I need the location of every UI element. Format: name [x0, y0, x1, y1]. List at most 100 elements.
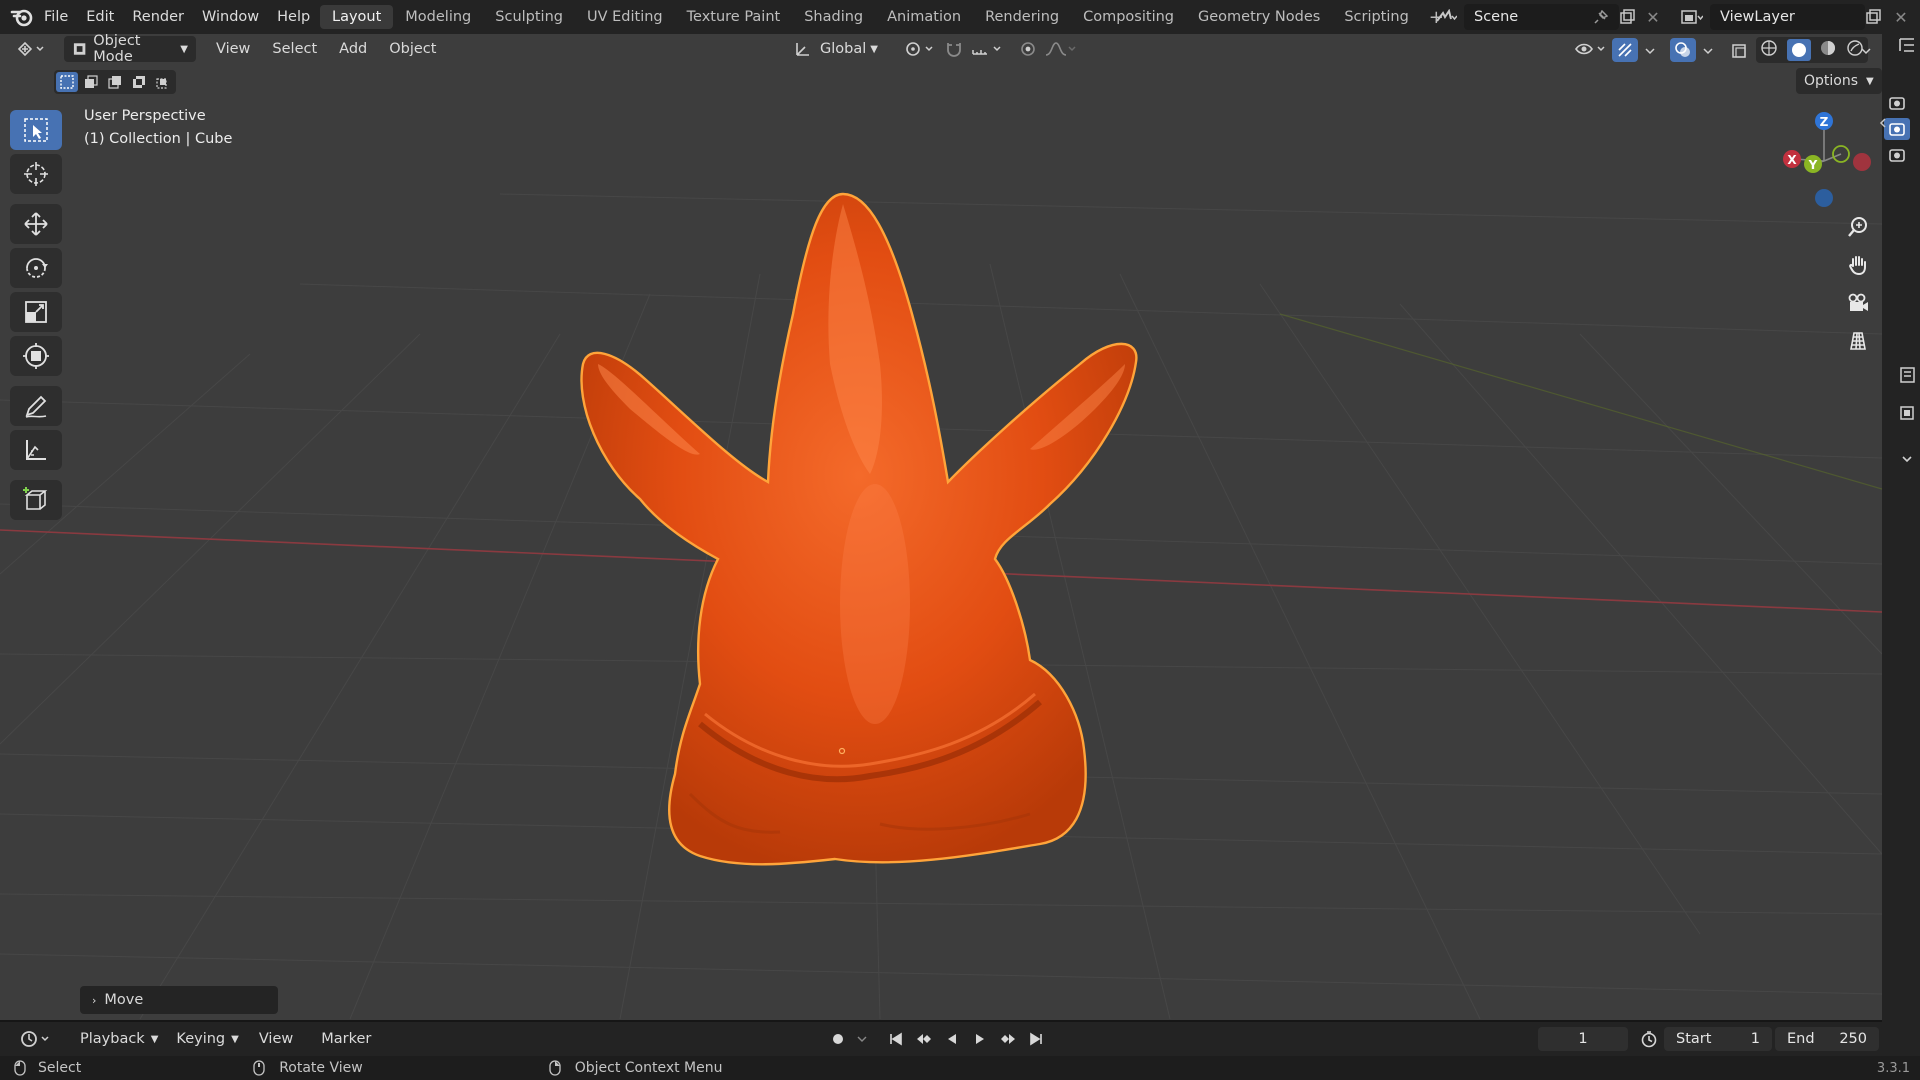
snap-increment-icon [972, 46, 1001, 55]
gizmo-toggle-button[interactable] [1612, 38, 1638, 62]
tab-geometry-nodes[interactable]: Geometry Nodes [1186, 5, 1332, 29]
gizmo-dropdown[interactable] [1640, 38, 1660, 64]
outliner-toggle-icon[interactable] [1898, 36, 1916, 58]
menu-file[interactable]: File [35, 9, 77, 25]
menu-select[interactable]: Select [264, 36, 325, 62]
scale-tool[interactable] [10, 292, 62, 332]
selection-mode-group [54, 70, 176, 94]
jump-to-start-icon[interactable] [884, 1027, 908, 1051]
new-view-layer-icon[interactable] [1860, 4, 1886, 30]
record-options-dropdown[interactable] [854, 1027, 870, 1051]
view-layer-name-field[interactable]: ViewLayer [1710, 4, 1865, 30]
menu-edit[interactable]: Edit [77, 9, 123, 25]
visibility-selectability-button[interactable] [1566, 36, 1618, 62]
timeline-view-menu[interactable]: View [251, 1026, 301, 1052]
start-frame-field[interactable]: Start 1 [1664, 1027, 1772, 1051]
navigation-gizmo[interactable]: Z X Y [1768, 104, 1876, 212]
current-frame-value: 1 [1578, 1031, 1588, 1047]
playback-menu[interactable]: Playback ▼ [72, 1026, 166, 1052]
xray-toggle-button[interactable] [1726, 38, 1752, 64]
measure-tool[interactable] [10, 430, 62, 470]
xray-icon [1732, 44, 1746, 58]
play-icon[interactable] [968, 1027, 992, 1051]
delete-view-layer-icon[interactable]: ✕ [1888, 4, 1914, 30]
proportional-falloff-button[interactable] [1036, 36, 1088, 62]
menu-object[interactable]: Object [381, 36, 444, 62]
shading-dropdown[interactable] [1856, 38, 1876, 64]
record-button[interactable] [826, 1027, 850, 1051]
object-mode-icon [73, 43, 86, 55]
menu-render[interactable]: Render [123, 9, 193, 25]
end-frame-field[interactable]: End 250 [1775, 1027, 1879, 1051]
move-tool[interactable] [10, 204, 62, 244]
cursor-tool[interactable] [10, 154, 62, 194]
tab-shading[interactable]: Shading [792, 5, 875, 29]
jump-to-keyframe-back-icon[interactable] [912, 1027, 936, 1051]
transform-tool[interactable] [10, 336, 62, 376]
menu-help[interactable]: Help [268, 9, 319, 25]
camera-icon [1848, 293, 1868, 311]
sidebar-toggle-icon[interactable] [1898, 366, 1916, 388]
last-operator-panel[interactable]: › Move [80, 986, 278, 1014]
options-label: Options [1804, 73, 1859, 89]
tab-scripting[interactable]: Scripting [1332, 5, 1420, 29]
marker-menu[interactable]: Marker [313, 1026, 379, 1052]
zoom-view-button[interactable] [1841, 210, 1875, 244]
tab-texture-paint[interactable]: Texture Paint [675, 5, 793, 29]
overlays-dropdown[interactable] [1698, 38, 1718, 64]
add-cube-tool[interactable] [10, 480, 62, 520]
timeline-editor-type-button[interactable] [12, 1026, 62, 1052]
camera-view-button[interactable] [1841, 286, 1875, 320]
rotate-tool[interactable] [10, 248, 62, 288]
pin-icon[interactable] [1588, 4, 1614, 30]
tab-rendering[interactable]: Rendering [973, 5, 1071, 29]
tab-modeling[interactable]: Modeling [393, 5, 483, 29]
delete-scene-icon[interactable]: ✕ [1640, 4, 1666, 30]
view-layer-icon[interactable] [1884, 144, 1910, 166]
mode-selector[interactable]: Object Mode ▼ [64, 33, 196, 65]
blender-logo-icon[interactable] [10, 6, 34, 32]
menu-add[interactable]: Add [331, 36, 375, 62]
select-box-tool[interactable] [10, 110, 62, 150]
snap-target-button[interactable] [962, 36, 1014, 62]
view-layer-name: ViewLayer [1720, 9, 1795, 25]
overlays-toggle-button[interactable] [1670, 38, 1696, 62]
sidebar-expand-chevron-icon[interactable] [1878, 116, 1888, 134]
menu-view[interactable]: View [208, 36, 258, 62]
select-new-icon[interactable] [56, 72, 78, 92]
new-scene-icon[interactable] [1614, 4, 1640, 30]
render-layer-icon[interactable] [1884, 92, 1910, 114]
editor-type-button[interactable] [8, 36, 54, 62]
tab-sculpting[interactable]: Sculpting [483, 5, 575, 29]
use-preview-range-icon[interactable] [1637, 1027, 1661, 1051]
select-subtract-icon[interactable] [104, 72, 126, 92]
material-preview-icon[interactable] [1819, 39, 1837, 61]
play-reverse-icon[interactable] [940, 1027, 964, 1051]
chevron-down-icon [1703, 48, 1713, 55]
pan-view-button[interactable] [1841, 248, 1875, 282]
select-extend-icon[interactable] [80, 72, 102, 92]
jump-to-keyframe-forward-icon[interactable] [996, 1027, 1020, 1051]
view-layer-browse-icon[interactable] [1674, 4, 1710, 30]
scene-browse-icon[interactable] [1428, 4, 1464, 30]
properties-tab-icon[interactable] [1898, 404, 1916, 426]
tab-uv-editing[interactable]: UV Editing [575, 5, 675, 29]
options-dropdown[interactable]: Options ▼ [1796, 68, 1882, 94]
wireframe-shading-icon[interactable] [1760, 39, 1778, 61]
tab-compositing[interactable]: Compositing [1071, 5, 1186, 29]
transform-orientation-dropdown[interactable]: Global ▼ [786, 36, 886, 62]
collapse-chevron-icon[interactable] [1900, 452, 1914, 470]
select-intersect-icon[interactable] [152, 72, 174, 92]
annotate-tool[interactable] [10, 386, 62, 426]
solid-shading-icon[interactable] [1786, 39, 1811, 61]
tab-layout[interactable]: Layout [320, 5, 394, 29]
3d-viewport[interactable] [0, 34, 1882, 1020]
select-difference-icon[interactable] [128, 72, 150, 92]
projection-toggle-button[interactable] [1841, 324, 1875, 358]
menu-window[interactable]: Window [193, 9, 268, 25]
jump-to-end-icon[interactable] [1024, 1027, 1048, 1051]
tab-animation[interactable]: Animation [875, 5, 973, 29]
current-frame-field[interactable]: 1 [1538, 1027, 1628, 1051]
keying-menu[interactable]: Keying ▼ [168, 1026, 246, 1052]
proportional-edit-icon [1021, 42, 1035, 56]
